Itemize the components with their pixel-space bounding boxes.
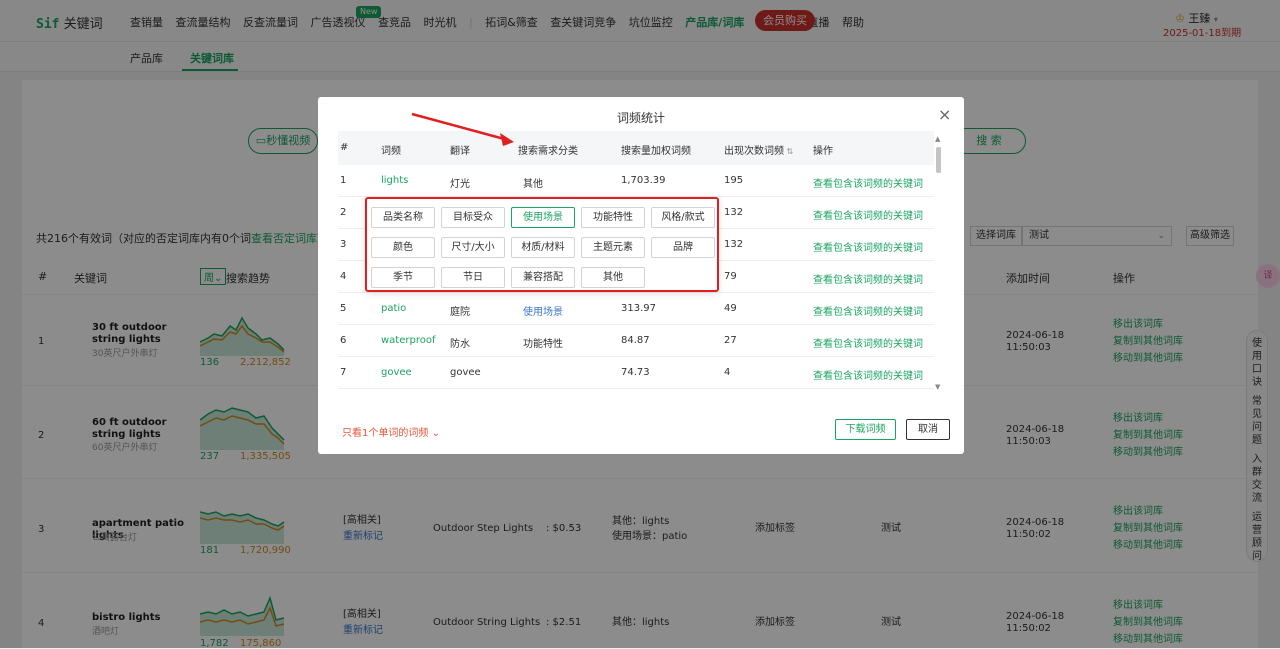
sort-icon: ⇅	[784, 147, 794, 156]
category-chip[interactable]: 目标受众	[441, 207, 505, 228]
category-chip[interactable]: 风格/款式	[651, 207, 715, 228]
category-chip[interactable]: 品牌	[651, 237, 715, 258]
single-word-label: 只看1个单词的词频	[342, 428, 429, 439]
category[interactable]: 功能特性	[523, 335, 563, 350]
count-freq: 49	[724, 303, 737, 314]
count-freq: 4	[724, 367, 731, 378]
category-chip[interactable]: 材质/材料	[511, 237, 575, 258]
count-freq: 79	[724, 271, 737, 282]
weighted-freq: 1,703.39	[621, 175, 666, 186]
word[interactable]: govee	[381, 367, 412, 378]
scroll-thumb[interactable]	[936, 147, 941, 173]
translation: 灯光	[450, 179, 470, 190]
weighted-freq: 84.87	[621, 335, 650, 346]
count-freq: 132	[724, 207, 744, 218]
weighted-freq: 74.73	[621, 367, 650, 378]
translation: 庭院	[450, 307, 470, 318]
col-word: 词频	[381, 146, 401, 157]
view-keywords-link[interactable]: 查看包含该词频的关键词	[813, 175, 923, 190]
count-freq: 195	[724, 175, 744, 186]
col-count-label: 出现次数词频	[724, 146, 784, 157]
view-keywords-link[interactable]: 查看包含该词频的关键词	[813, 335, 923, 350]
category-chip[interactable]: 尺寸/大小	[441, 237, 505, 258]
single-word-toggle[interactable]: 只看1个单词的词频 ⌄	[342, 424, 440, 439]
view-keywords-link[interactable]: 查看包含该词频的关键词	[813, 303, 923, 318]
modal-title: 词频统计	[616, 111, 665, 125]
category[interactable]: 使用场景	[523, 303, 563, 318]
category-chip[interactable]: 品类名称	[371, 207, 435, 228]
word[interactable]: lights	[381, 175, 408, 186]
row-index: 1	[340, 175, 347, 186]
category-chip[interactable]: 节日	[441, 267, 505, 288]
view-keywords-link[interactable]: 查看包含该词频的关键词	[813, 367, 923, 382]
row-index: 7	[340, 367, 347, 378]
translation: 防水	[450, 339, 470, 350]
row-index: 3	[340, 239, 347, 250]
col-category: 搜索需求分类	[518, 146, 578, 157]
download-button[interactable]: 下载词频	[835, 419, 896, 440]
chevron-down-icon: ⌄	[431, 428, 440, 439]
weighted-freq: 313.97	[621, 303, 656, 314]
row-index: 5	[340, 303, 347, 314]
cancel-button[interactable]: 取消	[906, 419, 950, 440]
category-chip[interactable]: 兼容搭配	[511, 267, 575, 288]
category-chip[interactable]: 季节	[371, 267, 435, 288]
category-chip[interactable]: 功能特性	[581, 207, 645, 228]
translation: govee	[450, 367, 481, 378]
row-index: 4	[340, 271, 347, 282]
col-count[interactable]: 出现次数词频 ⇅	[724, 142, 793, 157]
category-chip-selected[interactable]: 使用场景	[511, 207, 575, 228]
table-row: 7 govee govee 74.73 4 查看包含该词频的关键词	[338, 357, 934, 389]
category-popup: 品类名称 目标受众 使用场景 功能特性 风格/款式 颜色 尺寸/大小 材质/材料…	[365, 197, 719, 292]
row-index: 6	[340, 335, 347, 346]
col-idx: #	[340, 142, 349, 153]
table-row: 1 lights 灯光 其他 1,703.39 195 查看包含该词频的关键词	[338, 165, 934, 197]
close-icon[interactable]: ×	[938, 105, 951, 124]
scroll-down-icon[interactable]: ▼	[935, 383, 940, 391]
scroll-up-icon[interactable]: ▲	[935, 135, 940, 143]
category[interactable]: 其他	[523, 175, 543, 190]
row-index: 2	[340, 207, 347, 218]
table-row: 6 waterproof 防水 功能特性 84.87 27 查看包含该词频的关键…	[338, 325, 934, 357]
word[interactable]: waterproof	[381, 335, 436, 346]
table-header: # 词频 翻译 搜索需求分类 搜索量加权词频 出现次数词频 ⇅ 操作	[338, 131, 934, 165]
table-row: 5 patio 庭院 使用场景 313.97 49 查看包含该词频的关键词	[338, 293, 934, 325]
table-scrollbar[interactable]: ▲ ▼	[934, 131, 942, 391]
category-chip[interactable]: 其他	[581, 267, 645, 288]
view-keywords-link[interactable]: 查看包含该词频的关键词	[813, 271, 923, 286]
category-chip[interactable]: 颜色	[371, 237, 435, 258]
category-chip[interactable]: 主题元素	[581, 237, 645, 258]
view-keywords-link[interactable]: 查看包含该词频的关键词	[813, 207, 923, 222]
col-weighted: 搜索量加权词频	[621, 146, 691, 157]
col-op: 操作	[813, 146, 833, 157]
view-keywords-link[interactable]: 查看包含该词频的关键词	[813, 239, 923, 254]
count-freq: 132	[724, 239, 744, 250]
col-translation: 翻译	[450, 146, 470, 157]
word[interactable]: patio	[381, 303, 406, 314]
count-freq: 27	[724, 335, 737, 346]
